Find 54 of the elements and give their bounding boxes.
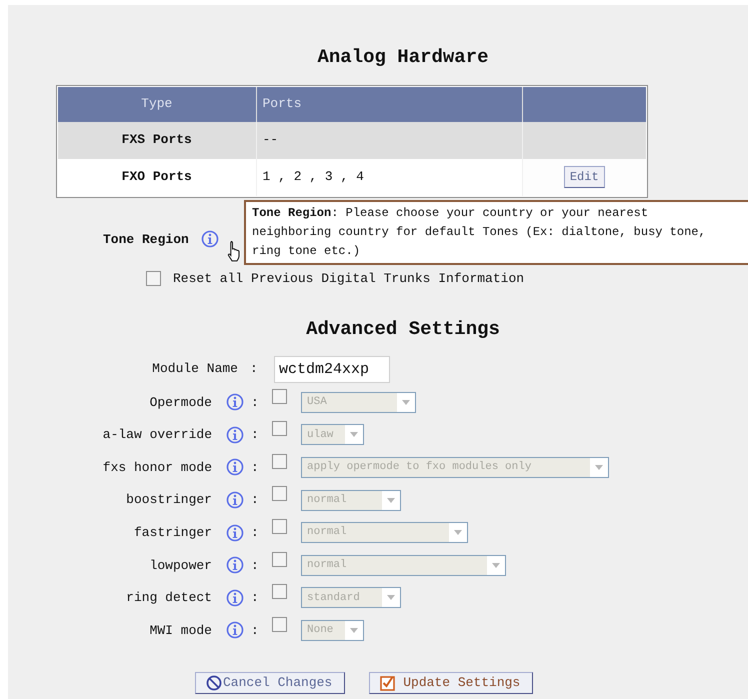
checkmark-icon xyxy=(380,674,396,691)
caret-icon xyxy=(387,498,395,503)
table-cell: FXO Ports xyxy=(58,158,256,196)
field-label: MWI mode xyxy=(148,622,212,640)
field-label: Opermode xyxy=(148,394,212,412)
info-icon[interactable] xyxy=(226,458,244,476)
checkbox-label: Reset all Previous Digital Trunks Information xyxy=(173,270,524,288)
field-label: Tone Region xyxy=(103,230,189,248)
info-icon[interactable] xyxy=(200,230,219,248)
field-label: ring detect xyxy=(125,589,212,608)
info-icon[interactable] xyxy=(226,621,244,640)
page-title: Analog Hardware xyxy=(316,45,489,70)
info-icon[interactable] xyxy=(226,524,244,542)
field-label: a-law override xyxy=(102,426,212,444)
hand-cursor-icon xyxy=(227,240,241,262)
checkbox[interactable] xyxy=(146,271,161,286)
info-icon[interactable] xyxy=(226,426,244,444)
no-entry-icon xyxy=(206,674,222,691)
colon: : xyxy=(251,556,260,575)
section-title: Advanced Settings xyxy=(305,316,500,342)
colon: : xyxy=(251,426,260,444)
field-label: Module Name xyxy=(151,360,238,378)
info-icon[interactable] xyxy=(226,393,244,412)
field-label: lowpower xyxy=(148,556,212,575)
column-header: Type xyxy=(58,86,256,122)
colon: : xyxy=(251,491,260,510)
caret-icon xyxy=(350,432,358,438)
caret-icon xyxy=(402,400,410,405)
info-icon[interactable] xyxy=(226,556,244,574)
caret-icon xyxy=(387,595,395,600)
table-cell: 1 , 2 , 3 , 4 xyxy=(256,158,522,196)
caret-icon xyxy=(595,464,603,470)
field-label: fxs honor mode xyxy=(102,458,212,477)
colon: : xyxy=(251,622,260,640)
caret-icon xyxy=(350,628,358,633)
tooltip-text: Tone Region: Please choose your country or your nearest neighboring country for default Tones (Ex: dialtone, busy tone, ring tone etc.) xyxy=(252,205,707,260)
field-label: boostringer xyxy=(125,491,212,510)
colon: : xyxy=(251,589,260,608)
info-icon[interactable] xyxy=(226,491,244,510)
column-header: Ports xyxy=(256,86,522,122)
caret-icon xyxy=(454,530,462,536)
colon: : xyxy=(250,360,259,378)
colon: : xyxy=(251,394,260,412)
field-label: fastringer xyxy=(132,524,212,542)
update-button[interactable]: Update Settings xyxy=(369,672,534,694)
module-name-field[interactable]: wctdm24xxp xyxy=(274,356,390,382)
cancel-button[interactable]: Cancel Changes xyxy=(195,672,346,694)
colon: : xyxy=(251,524,260,542)
table-cell: -- xyxy=(256,122,522,158)
edit-button[interactable]: Edit xyxy=(564,166,605,188)
colon: : xyxy=(251,458,260,477)
table-cell: FXS Ports xyxy=(58,122,256,158)
caret-icon xyxy=(492,562,500,568)
info-icon[interactable] xyxy=(226,588,244,607)
